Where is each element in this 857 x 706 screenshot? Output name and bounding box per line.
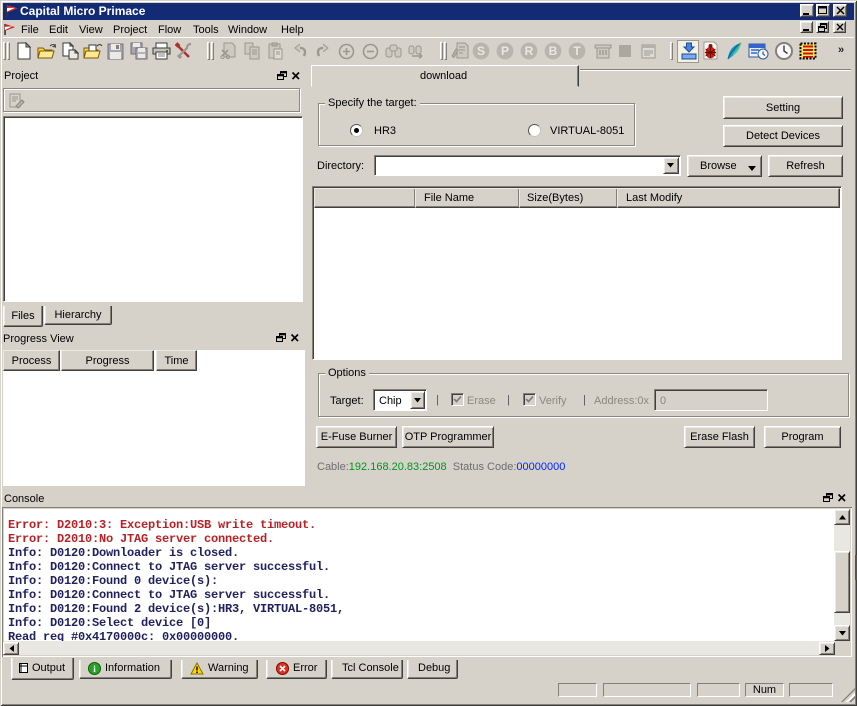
svg-text:S: S	[476, 44, 484, 58]
svg-text:T: T	[573, 44, 581, 58]
svg-text:B: B	[548, 44, 557, 58]
svg-text:P: P	[500, 44, 508, 58]
svg-text:R: R	[524, 44, 533, 58]
